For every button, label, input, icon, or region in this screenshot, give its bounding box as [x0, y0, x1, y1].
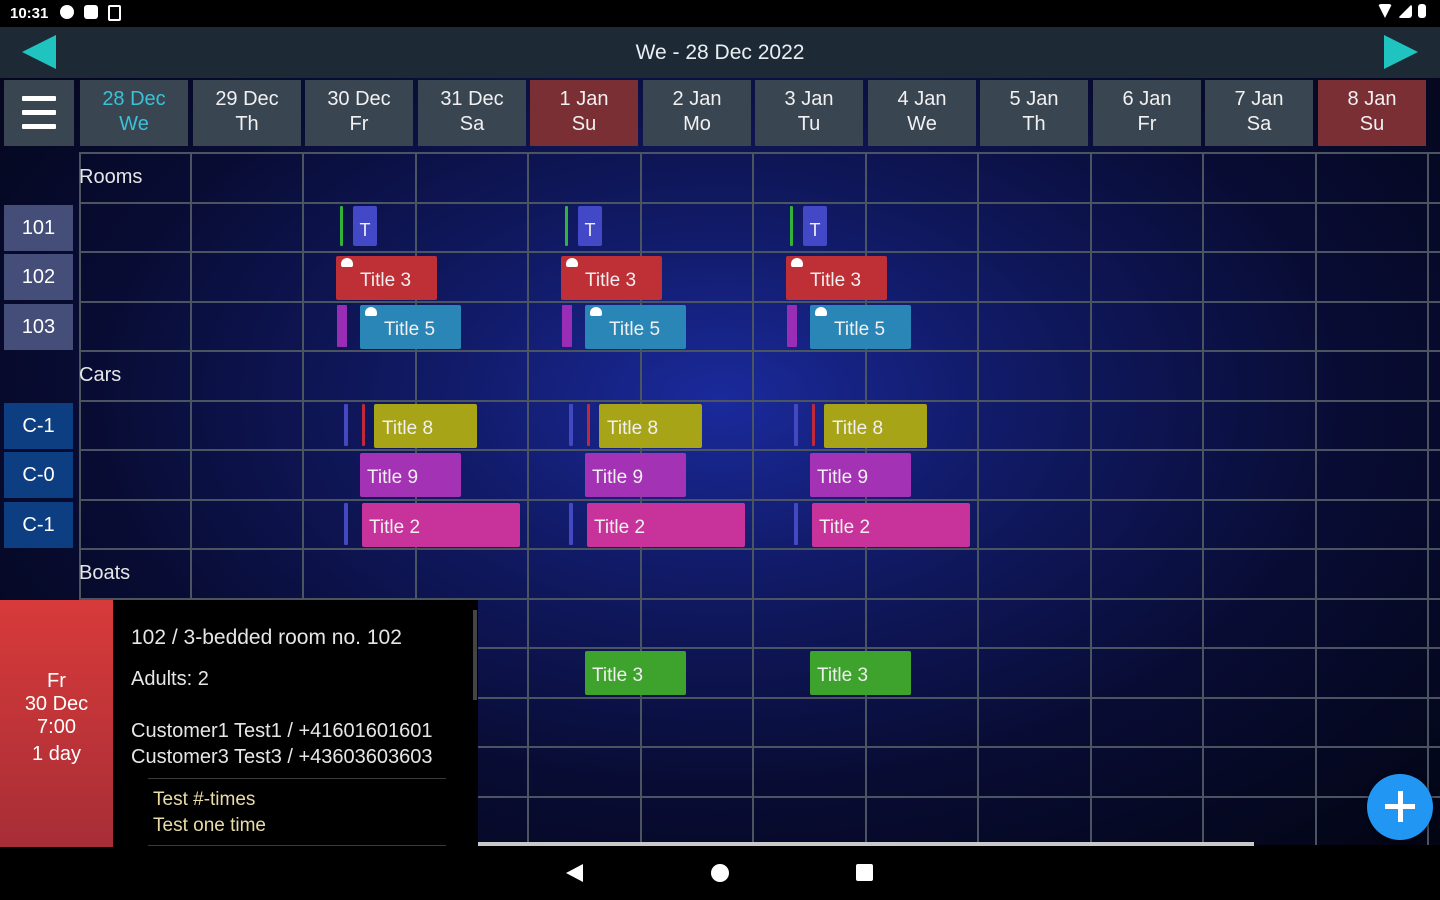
row-label-103[interactable]: 103 — [4, 304, 73, 350]
event-title-3-boat[interactable]: Title 3 — [585, 651, 686, 695]
event-t[interactable]: T — [803, 206, 827, 246]
grid-line — [79, 301, 1440, 303]
row-label-c-0[interactable]: C-0 — [4, 452, 73, 498]
grid-line — [79, 152, 1440, 154]
day-header-8[interactable]: 5 Jan Th — [980, 80, 1088, 146]
day-header-5[interactable]: 2 Jan Mo — [643, 80, 751, 146]
booking-note: Test one time — [153, 815, 266, 836]
day-header-1[interactable]: 29 Dec Th — [193, 80, 301, 146]
event-title-9[interactable]: Title 9 — [810, 453, 911, 497]
day-header-3[interactable]: 31 Dec Sa — [418, 80, 526, 146]
clipboard-icon — [108, 5, 121, 21]
day-header-11[interactable]: 8 Jan Su — [1318, 80, 1426, 146]
booking-detail-panel[interactable]: Fr 30 Dec 7:00 1 day 102 / 3-bedded room… — [0, 600, 478, 847]
signal-icon — [1398, 4, 1412, 18]
grid-line — [79, 499, 1440, 501]
booking-customer: Customer1 Test1 / +41601601601 — [131, 720, 433, 742]
bell-icon — [590, 307, 602, 316]
section-boats: Boats — [79, 562, 131, 584]
divider — [148, 845, 446, 846]
event-title-2[interactable]: Title 2 — [587, 503, 745, 547]
event-title-8[interactable]: Title 8 — [599, 404, 702, 448]
event-t[interactable]: T — [578, 206, 602, 246]
status-marker — [565, 206, 568, 246]
battery-icon — [1418, 4, 1426, 18]
status-marker — [794, 404, 798, 446]
panel-scrollbar[interactable] — [473, 610, 477, 700]
day-header-4[interactable]: 1 Jan Su — [530, 80, 638, 146]
bell-icon — [341, 258, 353, 267]
sd-card-icon — [84, 5, 98, 19]
booking-customer: Customer3 Test3 / +43603603603 — [131, 746, 433, 768]
row-label-101[interactable]: 101 — [4, 205, 73, 251]
booking-adults: Adults: 2 — [131, 668, 209, 690]
event-title-9[interactable]: Title 9 — [360, 453, 461, 497]
day-header-6[interactable]: 3 Jan Tu — [755, 80, 863, 146]
status-marker — [794, 503, 798, 545]
event-title-9[interactable]: Title 9 — [585, 453, 686, 497]
previous-arrow-icon[interactable] — [22, 35, 56, 69]
horizontal-scrollbar[interactable] — [478, 842, 1254, 846]
status-marker — [362, 404, 365, 446]
grid-line — [79, 548, 1440, 550]
add-booking-button[interactable] — [1367, 774, 1433, 840]
bell-icon — [566, 258, 578, 267]
bell-icon — [365, 307, 377, 316]
row-label-c-1[interactable]: C-1 — [4, 403, 73, 449]
chat-notification-icon — [60, 5, 74, 19]
booking-room: 102 / 3-bedded room no. 102 — [131, 626, 402, 649]
grid-line — [79, 202, 1440, 204]
status-marker — [587, 404, 590, 446]
app-header: We - 28 Dec 2022 — [0, 27, 1440, 78]
section-rooms: Rooms — [79, 166, 143, 188]
grid-line — [79, 350, 1440, 352]
day-header-2[interactable]: 30 Dec Fr — [305, 80, 413, 146]
event-t[interactable]: T — [353, 206, 377, 246]
status-marker — [344, 404, 348, 446]
status-marker — [569, 503, 573, 545]
event-title-8[interactable]: Title 8 — [824, 404, 927, 448]
current-date-title: We - 28 Dec 2022 — [635, 41, 805, 64]
row-label-c-1b[interactable]: C-1 — [4, 502, 73, 548]
grid-line — [79, 449, 1440, 451]
day-header-0[interactable]: 28 Dec We — [80, 80, 188, 146]
status-marker — [344, 503, 348, 545]
menu-icon — [22, 96, 56, 101]
day-header-9[interactable]: 6 Jan Fr — [1093, 80, 1201, 146]
bell-icon — [815, 307, 827, 316]
divider — [148, 778, 446, 779]
bell-icon — [791, 258, 803, 267]
status-marker — [790, 206, 793, 246]
status-marker — [340, 206, 343, 246]
day-header-7[interactable]: 4 Jan We — [868, 80, 976, 146]
status-marker — [812, 404, 815, 446]
row-label-102[interactable]: 102 — [4, 254, 73, 300]
section-cars: Cars — [79, 364, 122, 386]
menu-button[interactable] — [4, 80, 74, 146]
nav-home-icon[interactable] — [711, 864, 729, 882]
event-title-8[interactable]: Title 8 — [374, 404, 477, 448]
wifi-icon — [1378, 4, 1392, 18]
grid-line — [79, 400, 1440, 402]
booking-note: Test #-times — [153, 789, 256, 810]
nav-back-icon[interactable] — [566, 864, 583, 882]
event-title-2[interactable]: Title 2 — [362, 503, 520, 547]
event-title-2[interactable]: Title 2 — [812, 503, 970, 547]
status-marker — [787, 305, 797, 347]
event-title-3-boat[interactable]: Title 3 — [810, 651, 911, 695]
status-marker — [337, 305, 347, 347]
nav-recents-icon[interactable] — [856, 864, 873, 881]
day-header-10[interactable]: 7 Jan Sa — [1205, 80, 1313, 146]
next-arrow-icon[interactable] — [1384, 35, 1418, 69]
status-marker — [569, 404, 573, 446]
status-time: 10:31 — [10, 5, 49, 22]
booking-date-box: Fr 30 Dec 7:00 1 day — [0, 600, 113, 847]
status-bar: 10:31 — [0, 0, 1440, 27]
status-marker — [562, 305, 572, 347]
grid-line — [79, 251, 1440, 253]
